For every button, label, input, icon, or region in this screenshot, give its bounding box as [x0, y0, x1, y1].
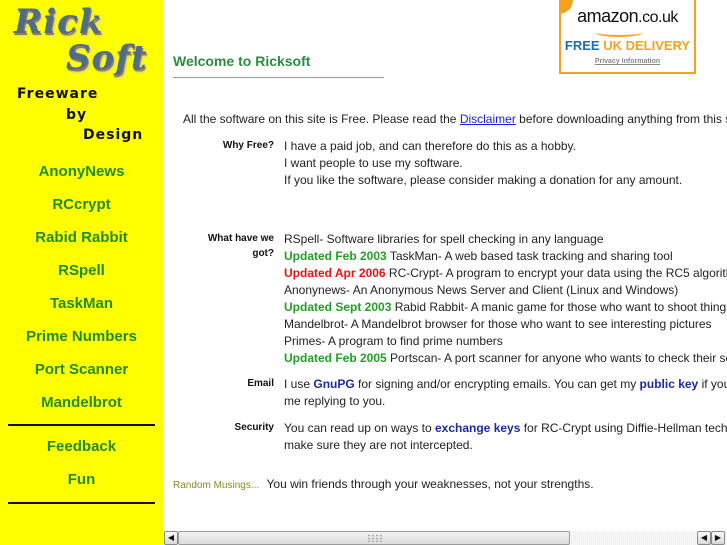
public-key-link[interactable]: public key [640, 377, 699, 391]
security-text: You can read up on ways to [284, 421, 435, 435]
nav-anonynews[interactable]: AnonyNews [0, 155, 163, 188]
section-label: What have we got? [207, 233, 274, 259]
nav-port-scanner[interactable]: Port Scanner [0, 353, 163, 386]
scroll-left-button[interactable]: ◀ [697, 531, 711, 545]
arrow-left-icon: ◀ [167, 533, 175, 542]
software-item: Anonynews- An Anonymous News Server and … [284, 282, 727, 299]
disclaimer-link[interactable]: Disclaimer [460, 112, 516, 126]
logo-text-rick: Rick [14, 2, 104, 42]
scrollbar-thumb[interactable] [178, 531, 570, 545]
section-label: Security [234, 422, 274, 433]
updated-badge: Updated Sept 2003 [284, 300, 392, 314]
ricksoft-logo[interactable]: Rick Soft [10, 2, 155, 78]
nav-feedback[interactable]: Feedback [0, 430, 163, 463]
why-line: If you like the software, please conside… [284, 173, 683, 187]
horizontal-scrollbar[interactable]: ◀ ◀ ▶ [163, 527, 727, 545]
musings-quote: You win friends through your weaknesses,… [266, 477, 594, 491]
section-body: I have a paid job, and can therefore do … [284, 138, 682, 189]
software-description[interactable]: Primes- A program to find prime numbers [284, 334, 503, 348]
intro-text: All the software on this site is Free. P… [183, 112, 727, 126]
amazon-ad-banner[interactable]: amazon.co.uk FREE UK DELIVERY Privacy In… [559, 0, 696, 74]
arrow-right-icon: ▶ [714, 533, 722, 542]
sidebar: Rick Soft Freeware by Design AnonyNews R… [0, 0, 163, 545]
security-text: for RC-Crypt using Diffie-Hellman techn [520, 421, 727, 435]
amazon-domain: .co.uk [638, 9, 678, 26]
software-description[interactable]: RSpell- Software libraries for spell che… [284, 232, 604, 246]
nav-fun[interactable]: Fun [0, 463, 163, 496]
nav-rccrypt[interactable]: RCcrypt [0, 188, 163, 221]
tagline-by: by [66, 107, 88, 123]
why-line: I have a paid job, and can therefore do … [284, 139, 576, 153]
software-item: Updated Apr 2006 RC-Crypt- A program to … [284, 265, 727, 282]
nav-mandelbrot[interactable]: Mandelbrot [0, 386, 163, 419]
section-body: I use GnuPG for signing and/or encryptin… [284, 376, 727, 410]
primary-nav: AnonyNews RCcrypt Rabid Rabbit RSpell Ta… [0, 155, 163, 419]
scroll-right-button[interactable]: ▶ [711, 531, 725, 545]
software-description[interactable]: Mandelbrot- A Mandelbrot browser for tho… [284, 317, 712, 331]
tagline-freeware: Freeware [17, 86, 99, 102]
nav-taskman[interactable]: TaskMan [0, 287, 163, 320]
software-description[interactable]: RC-Crypt- A program to encrypt your data… [386, 266, 727, 280]
software-item: Updated Sept 2003 Rabid Rabbit- A manic … [284, 299, 727, 316]
email-line: I use GnuPG for signing and/or encryptin… [284, 376, 727, 393]
email-line: me replying to you. [284, 394, 386, 408]
nav-rspell[interactable]: RSpell [0, 254, 163, 287]
email-text: if you [701, 377, 727, 391]
intro-after: before downloading anything from this s [515, 112, 727, 126]
amazon-brand: amazon [577, 6, 639, 26]
amazon-smile-icon [595, 28, 643, 37]
updated-badge: Updated Apr 2006 [284, 266, 386, 280]
software-description[interactable]: Rabid Rabbit- A manic game for those who… [391, 300, 727, 314]
software-description[interactable]: Anonynews- An Anonymous News Server and … [284, 283, 678, 297]
updated-badge: Updated Feb 2005 [284, 351, 387, 365]
ad-uk-delivery: UK DELIVERY [603, 38, 691, 53]
software-item: Updated Feb 2005 Portscan- A port scanne… [284, 350, 727, 367]
title-underline [173, 77, 384, 78]
software-item: Primes- A program to find prime numbers [284, 333, 727, 350]
sidebar-divider [8, 424, 155, 426]
musings-label[interactable]: Random Musings... [173, 480, 259, 491]
tagline-design: Design [83, 127, 144, 143]
exchange-keys-link[interactable]: exchange keys [435, 421, 520, 435]
email-text: I use [284, 377, 314, 391]
email-text: for signing and/or encrypting emails. Yo… [354, 377, 640, 391]
grip-icon [367, 534, 383, 542]
main-content: Welcome to Ricksoft amazon.co.uk FREE UK… [163, 0, 727, 527]
security-line: make sure they are not intercepted. [284, 438, 473, 452]
intro-before: All the software on this site is Free. P… [183, 112, 460, 126]
software-description[interactable]: Portscan- A port scanner for anyone who … [387, 351, 727, 365]
section-label: Why Free? [222, 140, 274, 151]
software-item: RSpell- Software libraries for spell che… [284, 231, 727, 248]
software-description[interactable]: TaskMan- A web based task tracking and s… [387, 249, 673, 263]
security-line: You can read up on ways to exchange keys… [284, 420, 727, 437]
random-musings: Random Musings... You win friends throug… [173, 477, 594, 491]
software-list: RSpell- Software libraries for spell che… [284, 231, 727, 367]
nav-rabid-rabbit[interactable]: Rabid Rabbit [0, 221, 163, 254]
sidebar-divider [8, 502, 155, 504]
page-title: Welcome to Ricksoft [173, 53, 311, 69]
amazon-logo: amazon.co.uk [561, 6, 694, 27]
software-item: Updated Feb 2003 TaskMan- A web based ta… [284, 248, 727, 265]
logo-text-soft: Soft [66, 38, 148, 78]
ad-delivery-text: FREE UK DELIVERY [561, 38, 694, 53]
ad-free: FREE [564, 38, 600, 53]
section-body: You can read up on ways to exchange keys… [284, 420, 727, 454]
updated-badge: Updated Feb 2003 [284, 249, 387, 263]
section-label: Email [247, 378, 274, 389]
software-item: Mandelbrot- A Mandelbrot browser for tho… [284, 316, 727, 333]
nav-prime-numbers[interactable]: Prime Numbers [0, 320, 163, 353]
arrow-left-icon: ◀ [700, 533, 708, 542]
secondary-nav: Feedback Fun [0, 430, 163, 496]
why-line: I want people to use my software. [284, 156, 463, 170]
scroll-left-button[interactable]: ◀ [164, 531, 178, 545]
gnupg-link[interactable]: GnuPG [313, 377, 354, 391]
ad-privacy-link[interactable]: Privacy Information [561, 58, 694, 65]
